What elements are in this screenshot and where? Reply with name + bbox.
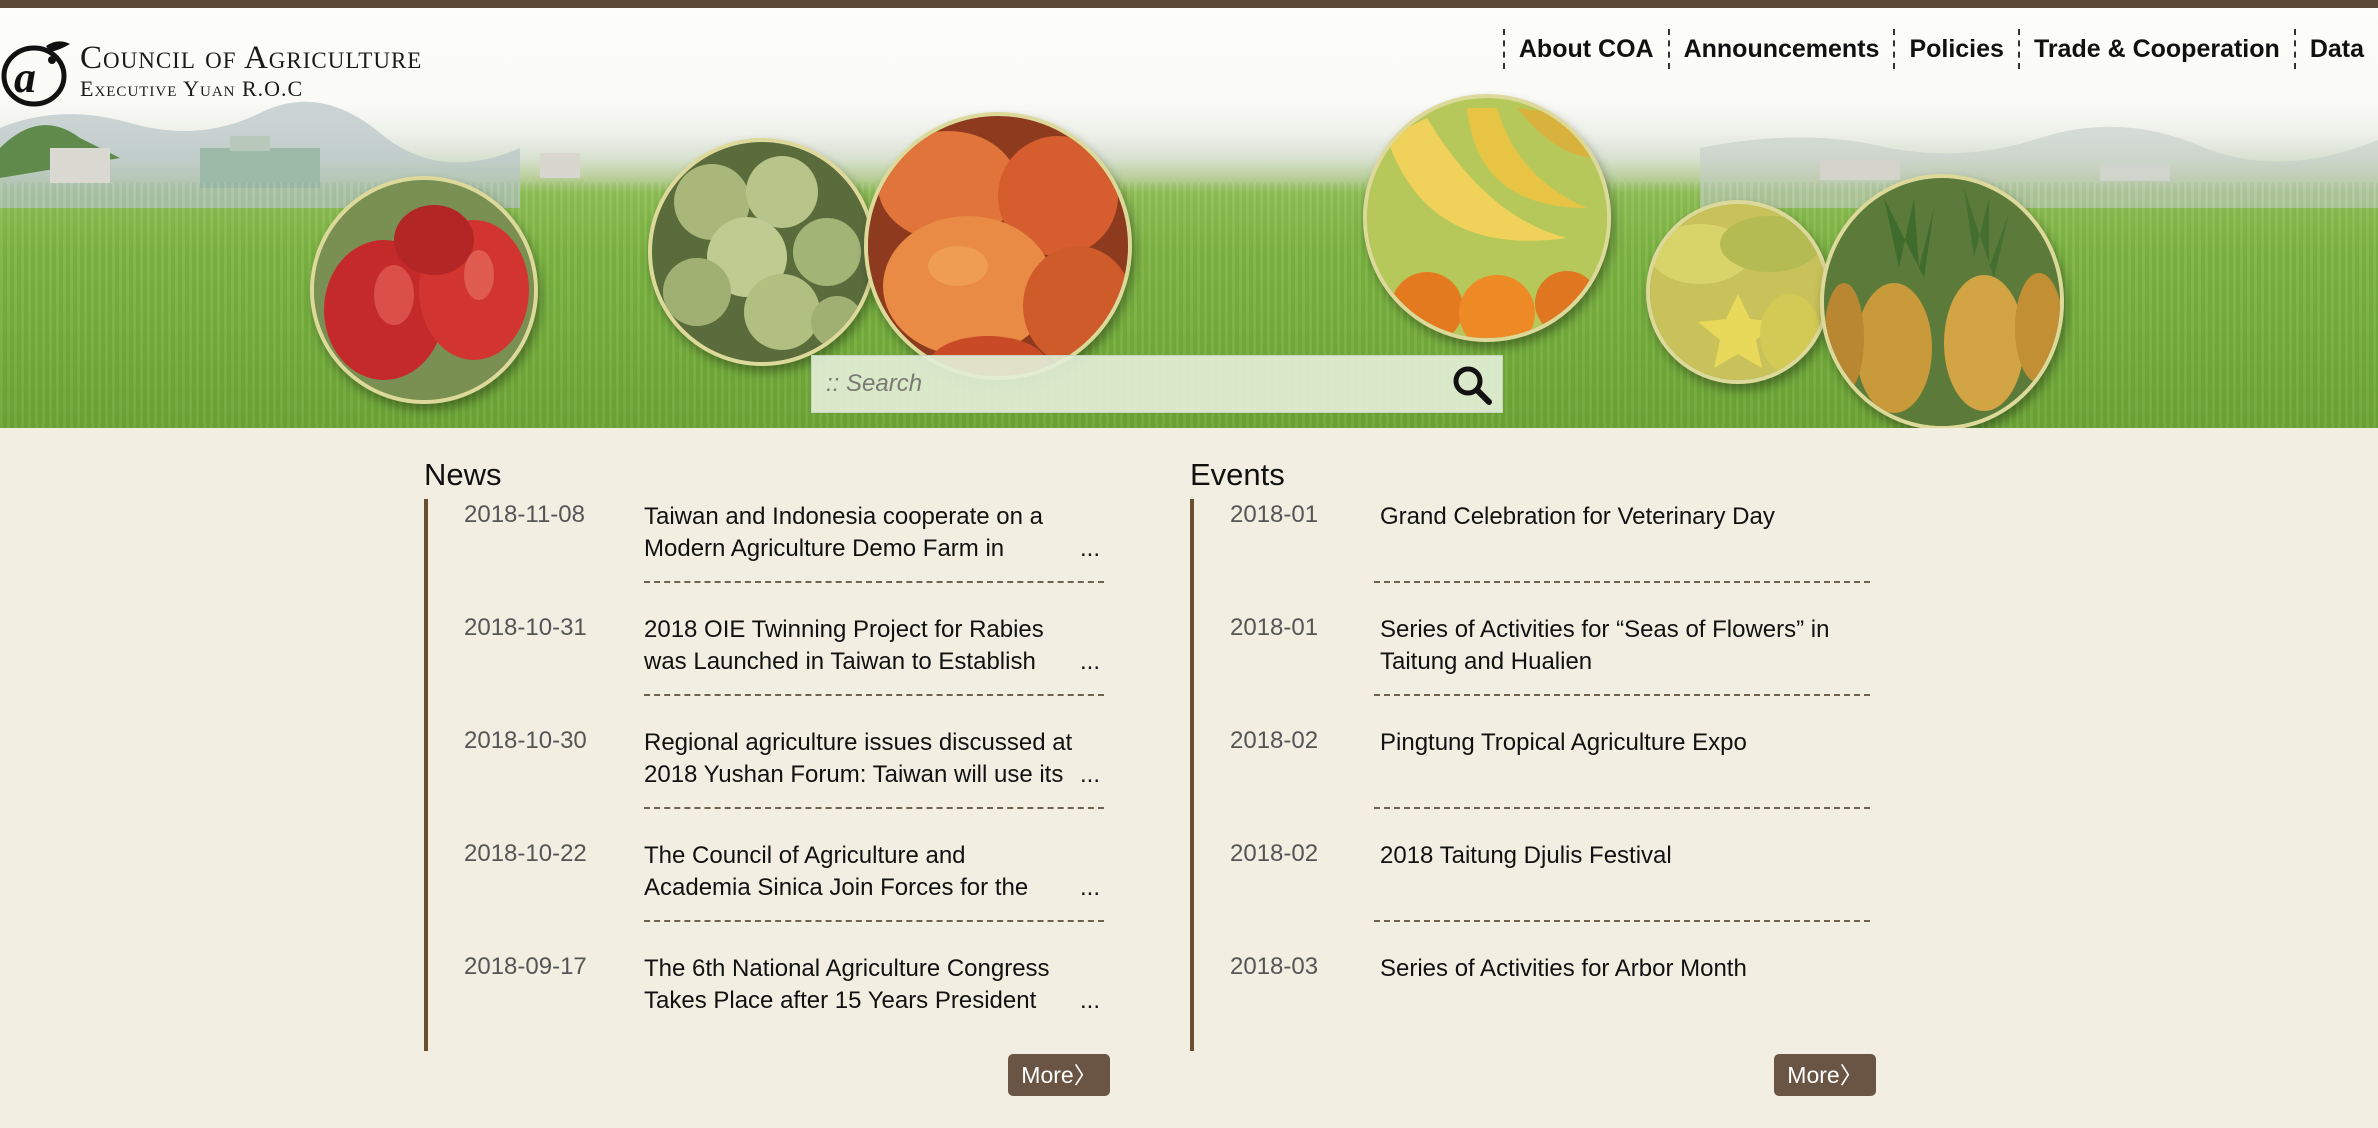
news-date: 2018-11-08 [464,501,585,528]
mango-image [864,112,1132,380]
divider [1374,807,1870,809]
news-title: News [424,457,502,492]
events-title: Events [1190,457,1285,492]
news-item: 2018-10-31 2018 OIE Twinning Project for… [428,612,1124,725]
svg-text:a: a [14,53,36,102]
event-item: 2018-03 Series of Activities for Arbor M… [1194,951,1890,1064]
event-item: 2018-02 Pingtung Tropical Agriculture Ex… [1194,725,1890,838]
news-ellipsis: ... [1080,987,1101,1014]
header-banner: a Council of Agriculture Executive Yuan … [0,8,2378,428]
coa-logo-icon: a [1,41,70,107]
logo-title: Council of Agriculture [80,40,423,76]
news-ellipsis: ... [1080,761,1101,788]
event-date: 2018-03 [1230,953,1319,980]
event-link[interactable]: Pingtung Tropical Agriculture Expo [1380,727,1850,793]
nav-trade-cooperation[interactable]: Trade & Cooperation [2017,29,2294,69]
news-link[interactable]: The 6th National Agriculture Congress Ta… [644,953,1074,1019]
coa-logo[interactable]: a Council of Agriculture Executive Yuan … [0,34,500,109]
news-ellipsis: ... [1080,648,1101,675]
top-accent-bar [0,0,2378,8]
news-item: 2018-10-30 Regional agriculture issues d… [428,725,1124,838]
main-nav: About COA Announcements Policies Trade &… [1502,28,2378,70]
news-link[interactable]: Regional agriculture issues discussed at… [644,727,1074,793]
news-date: 2018-10-31 [464,614,587,641]
starfruit-image [1646,200,1830,384]
news-link[interactable]: The Council of Agriculture and Academia … [644,840,1074,906]
guava-image [648,138,876,366]
event-link[interactable]: 2018 Taitung Djulis Festival [1380,840,1850,906]
event-item: 2018-02 2018 Taitung Djulis Festival [1194,838,1890,951]
wax-apple-image [310,176,538,404]
news-item: 2018-10-22 The Council of Agriculture an… [428,838,1124,951]
events-list: 2018-01 Grand Celebration for Veterinary… [1190,499,1890,1051]
pineapple-image [1820,174,2064,428]
nav-data[interactable]: Data [2293,29,2378,69]
news-more-button[interactable]: More〉 [1008,1054,1110,1096]
event-date: 2018-01 [1230,501,1319,528]
news-link[interactable]: 2018 OIE Twinning Project for Rabies was… [644,614,1074,680]
news-ellipsis: ... [1080,874,1101,901]
event-date: 2018-02 [1230,840,1319,867]
divider [1374,581,1870,583]
event-link[interactable]: Series of Activities for Arbor Month [1380,953,1850,1019]
divider [644,694,1104,696]
events-more-button[interactable]: More〉 [1774,1054,1876,1096]
event-link[interactable]: Grand Celebration for Veterinary Day [1380,501,1850,567]
event-date: 2018-01 [1230,614,1319,641]
search-bar [811,355,1503,413]
nav-policies[interactable]: Policies [1893,29,2018,69]
event-date: 2018-02 [1230,727,1319,754]
news-link[interactable]: Taiwan and Indonesia cooperate on a Mode… [644,501,1074,567]
news-date: 2018-09-17 [464,953,587,980]
logo-subtitle: Executive Yuan R.O.C [80,76,304,101]
news-section: News 2018-11-08 Taiwan and Indonesia coo… [424,455,1124,1051]
divider [1374,920,1870,922]
divider [1374,694,1870,696]
event-link[interactable]: Series of Activities for “Seas of Flower… [1380,614,1850,680]
banana-orange-image [1363,94,1611,342]
news-date: 2018-10-22 [464,840,587,867]
divider [644,581,1104,583]
nav-about-coa[interactable]: About COA [1502,29,1668,69]
event-item: 2018-01 Grand Celebration for Veterinary… [1194,499,1890,612]
news-list: 2018-11-08 Taiwan and Indonesia cooperat… [424,499,1124,1051]
event-item: 2018-01 Series of Activities for “Seas o… [1194,612,1890,725]
news-ellipsis: ... [1080,535,1101,562]
news-item: 2018-11-08 Taiwan and Indonesia cooperat… [428,499,1124,612]
divider [644,920,1104,922]
divider [644,807,1104,809]
nav-announcements[interactable]: Announcements [1667,29,1894,69]
search-icon[interactable] [1450,363,1494,407]
events-section: Events 2018-01 Grand Celebration for Vet… [1190,455,1890,1051]
news-date: 2018-10-30 [464,727,587,754]
news-item: 2018-09-17 The 6th National Agriculture … [428,951,1124,1064]
search-input[interactable] [812,356,1422,412]
